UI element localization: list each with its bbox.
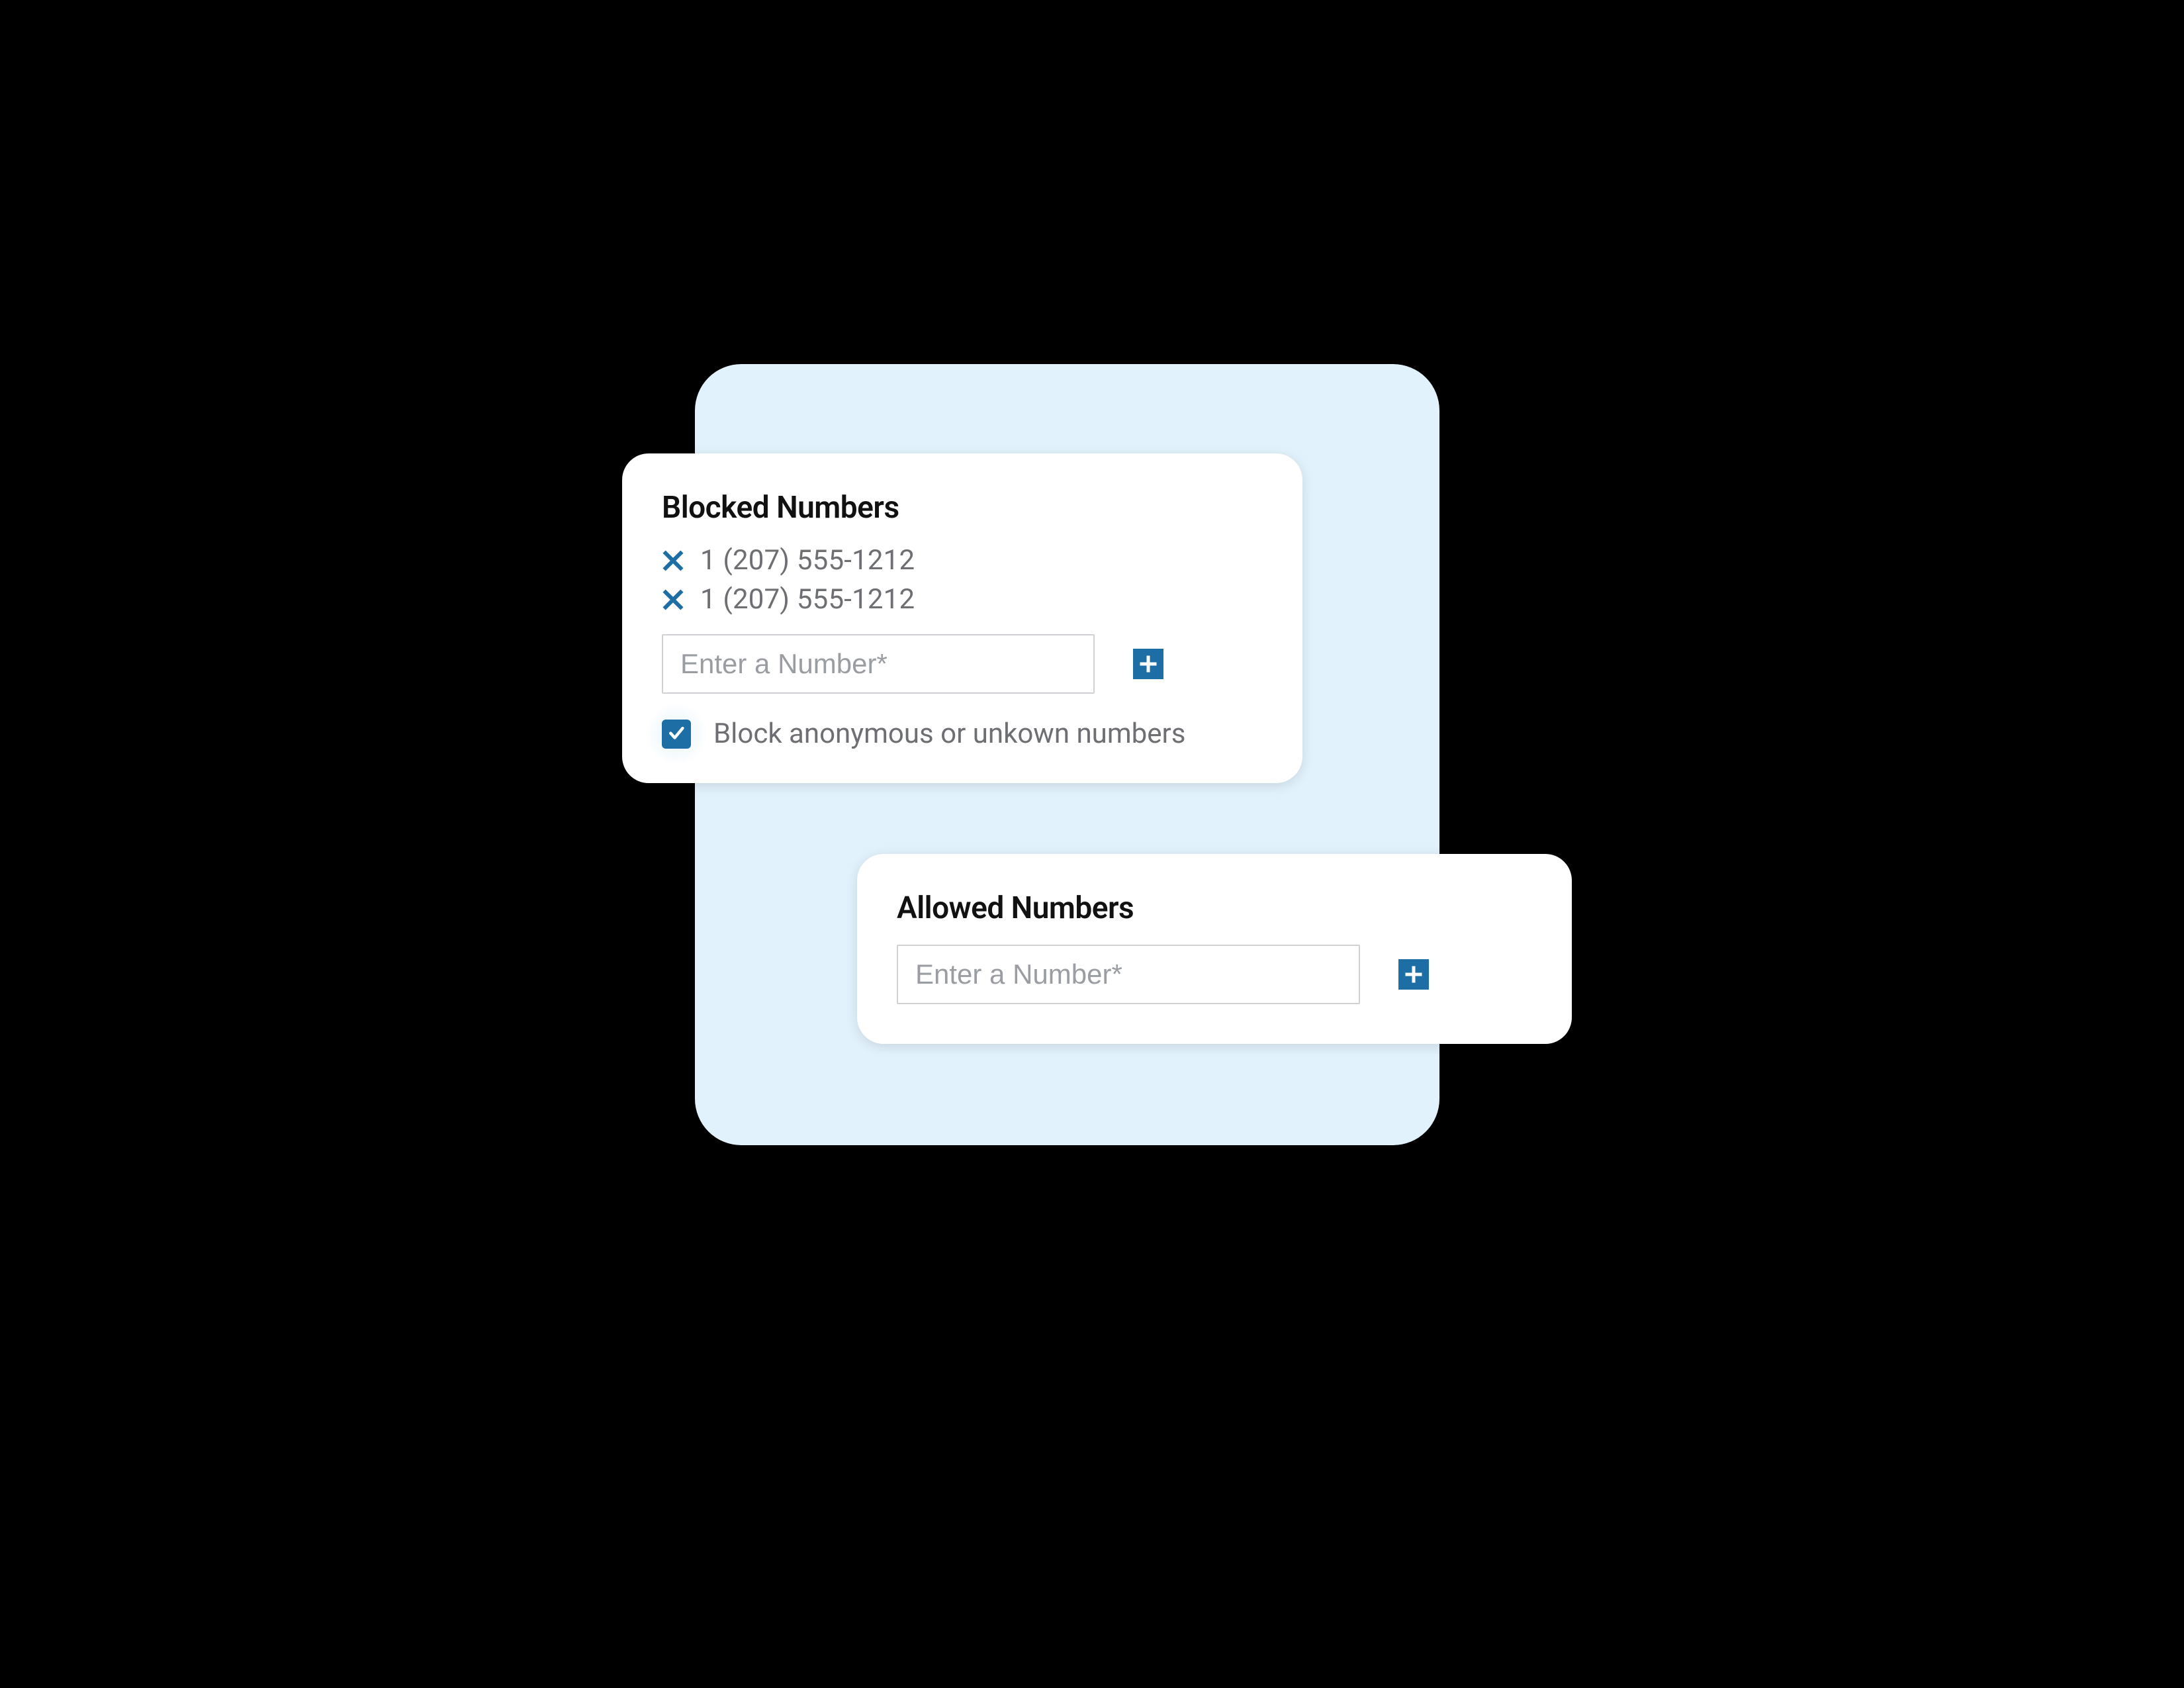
blocked-input-row: [662, 634, 1263, 694]
block-anonymous-row: Block anonymous or unkown numbers: [662, 718, 1263, 750]
allowed-numbers-card: Allowed Numbers: [857, 854, 1572, 1044]
plus-icon: [1404, 964, 1424, 984]
blocked-number-row: 1 (207) 555-1212: [662, 544, 1263, 577]
check-icon: [666, 723, 686, 745]
remove-icon[interactable]: [662, 549, 684, 572]
blocked-number-row: 1 (207) 555-1212: [662, 583, 1263, 616]
blocked-numbers-card: Blocked Numbers 1 (207) 555-1212 1 (207)…: [622, 453, 1302, 783]
allowed-numbers-title: Allowed Numbers: [897, 890, 1532, 926]
add-allowed-number-button[interactable]: [1398, 959, 1429, 990]
blocked-number-text: 1 (207) 555-1212: [700, 544, 915, 577]
block-anonymous-checkbox[interactable]: [662, 720, 691, 749]
block-anonymous-label: Block anonymous or unkown numbers: [713, 718, 1185, 750]
remove-icon[interactable]: [662, 588, 684, 611]
allowed-input-row: [897, 945, 1532, 1004]
plus-icon: [1138, 654, 1158, 674]
blocked-number-text: 1 (207) 555-1212: [700, 583, 915, 616]
blocked-number-input[interactable]: [662, 634, 1095, 694]
add-blocked-number-button[interactable]: [1133, 649, 1163, 679]
allowed-number-input[interactable]: [897, 945, 1360, 1004]
blocked-numbers-title: Blocked Numbers: [662, 490, 1263, 526]
